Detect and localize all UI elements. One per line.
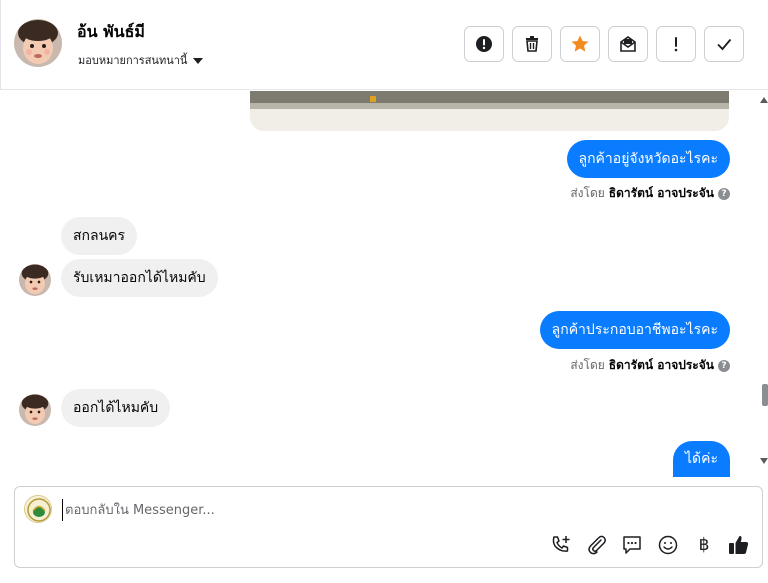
contact-avatar-small (19, 394, 51, 426)
alert-circle-icon (476, 36, 492, 52)
incoming-message[interactable]: ออกได้ไหมคับ (61, 389, 171, 427)
like-button[interactable] (727, 533, 751, 557)
report-spam-button[interactable] (464, 26, 504, 62)
message-thread: ลูกค้าอยู่จังหวัดอะไรคะ ส่งโดย ธิดารัตน์… (0, 91, 768, 477)
scrollbar-thumb[interactable] (762, 384, 768, 406)
outgoing-message[interactable]: ลูกค้าอยู่จังหวัดอะไรคะ (566, 140, 730, 178)
payment-button[interactable]: ฿ (692, 533, 716, 557)
attach-file-button[interactable] (585, 533, 609, 557)
chat-bubble-icon (623, 536, 641, 554)
emoji-button[interactable] (656, 533, 680, 557)
envelope-open-icon (620, 36, 636, 52)
mark-unread-button[interactable] (608, 26, 648, 62)
trash-icon (526, 36, 538, 52)
incoming-message[interactable]: สกลนคร (61, 217, 138, 255)
incoming-message[interactable]: รับเหมาออกได้ไหมคับ (61, 259, 218, 297)
phone-add-icon (552, 536, 570, 552)
scroll-up-arrow-icon[interactable] (760, 96, 768, 104)
sent-by-prefix: ส่งโดย (570, 358, 605, 372)
assign-conversation-dropdown[interactable]: มอบหมายการสนทนานี้ (78, 51, 204, 69)
attached-photo[interactable] (250, 91, 729, 131)
delete-button[interactable] (512, 26, 552, 62)
star-button[interactable] (560, 26, 600, 62)
reply-input[interactable] (62, 499, 662, 521)
contact-avatar-small (19, 264, 51, 296)
help-icon[interactable]: ? (718, 359, 730, 372)
assign-label: มอบหมายการสนทนานี้ (78, 54, 188, 67)
thumbs-up-icon (729, 535, 749, 554)
call-button[interactable] (549, 533, 573, 557)
help-icon[interactable]: ? (718, 187, 730, 200)
smiley-icon (658, 535, 678, 555)
conversation-header: อ้น พันธ์มี มอบหมายการสนทนานี้ (0, 0, 768, 90)
outgoing-message[interactable]: ได้ค่ะ (672, 441, 730, 477)
page-logo (24, 495, 52, 523)
saved-replies-button[interactable] (620, 533, 644, 557)
contact-name[interactable]: อ้น พันธ์มี (77, 20, 145, 45)
mark-done-button[interactable] (704, 26, 744, 62)
exclamation-icon (674, 37, 678, 52)
caret-down-icon (193, 57, 204, 64)
sent-by-label: ส่งโดย ธิดารัตน์ อาจประจัน ? (570, 356, 730, 375)
outgoing-message[interactable]: ลูกค้าประกอบอาชีพอะไรคะ (539, 311, 730, 349)
star-icon (571, 35, 589, 52)
message-composer: ฿ (14, 486, 763, 568)
check-icon (717, 38, 732, 51)
sent-by-prefix: ส่งโดย (570, 186, 605, 200)
sent-by-label: ส่งโดย ธิดารัตน์ อาจประจัน ? (570, 184, 730, 203)
follow-up-button[interactable] (656, 26, 696, 62)
paperclip-icon (588, 535, 606, 555)
sender-name: ธิดารัตน์ อาจประจัน (608, 186, 714, 200)
scroll-down-arrow-icon[interactable] (760, 457, 768, 465)
sender-name: ธิดารัตน์ อาจประจัน (608, 358, 714, 372)
contact-avatar[interactable] (14, 19, 62, 67)
